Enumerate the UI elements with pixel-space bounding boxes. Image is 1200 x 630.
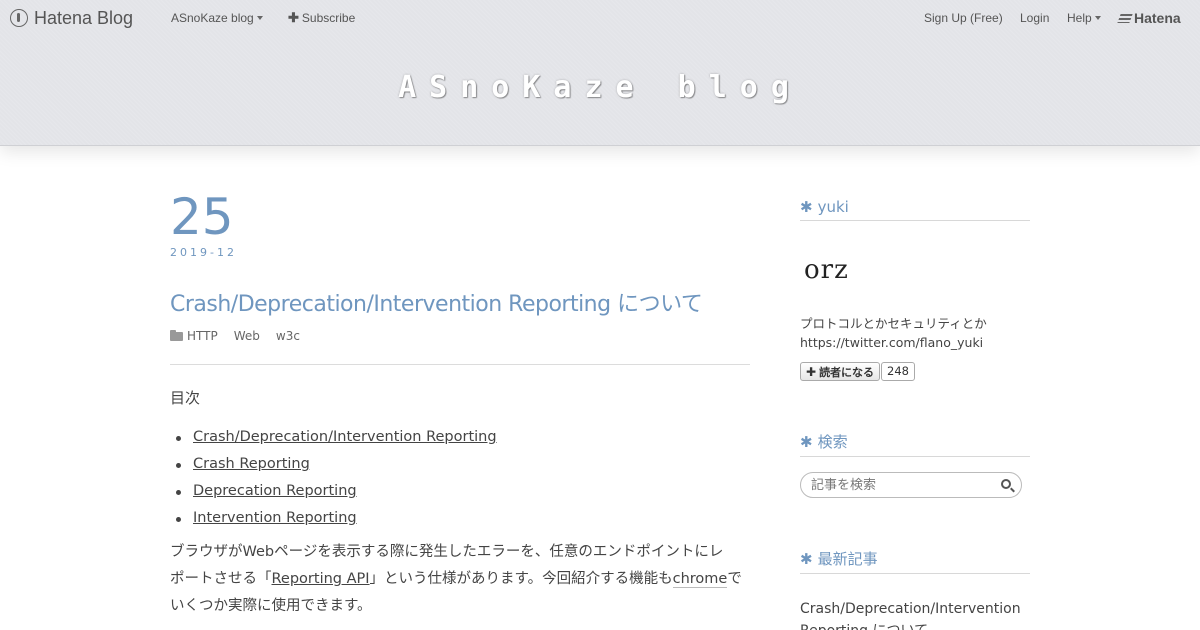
help-menu[interactable]: Help <box>1067 0 1101 36</box>
entry-title[interactable]: Crash/Deprecation/Intervention Reporting… <box>170 286 703 318</box>
star-icon: ✱ <box>800 198 813 216</box>
paragraph-text: 」という仕様があります。今回紹介する機能も <box>369 571 673 587</box>
blog-header: Hatena Blog ASnoKaze blog ✚ Subscribe Si… <box>0 0 1200 146</box>
toc-item: Intervention Reporting <box>176 505 497 532</box>
login-link[interactable]: Login <box>1020 0 1049 36</box>
toc-item: Crash/Deprecation/Intervention Reporting <box>176 424 497 451</box>
profile-icon[interactable]: orz <box>804 255 849 285</box>
search-title: 検索 <box>817 433 848 451</box>
logo-text: Hatena Blog <box>34 8 134 28</box>
paragraph-line: ポートさせる「Reporting API」という仕様があります。今回紹介する機能… <box>170 566 750 593</box>
toc-link[interactable]: Crash Reporting <box>193 456 310 472</box>
toc-title: 目次 <box>170 389 201 407</box>
hatena-blog-logo-icon <box>10 9 28 27</box>
subscribe-button[interactable]: ✚ Subscribe <box>288 0 355 36</box>
category-link[interactable]: Web <box>234 329 260 343</box>
search-input[interactable] <box>811 477 991 494</box>
paragraph-line: ブラウザがWebページを表示する際に発生したエラーを、任意のエンドポイントにレ <box>170 544 724 560</box>
blog-menu[interactable]: ASnoKaze blog <box>171 0 263 36</box>
toc-item: Crash Reporting <box>176 451 497 478</box>
star-icon: ✱ <box>800 550 813 568</box>
profile-desc: プロトコルとかセキュリティとか <box>800 316 987 331</box>
reporting-api-link[interactable]: Reporting API <box>272 571 370 587</box>
hatena-logo-icon <box>1117 13 1133 23</box>
blog-title[interactable]: ASnoKaze blog <box>0 70 1200 105</box>
entry-date-year-month[interactable]: 2019-12 <box>170 246 237 259</box>
subscribe-label: Subscribe <box>301 11 356 25</box>
toc-link[interactable]: Deprecation Reporting <box>193 483 357 499</box>
divider <box>170 364 750 365</box>
search-module-title: ✱ 検索 <box>800 431 1030 457</box>
profile-url[interactable]: https://twitter.com/flano_yuki <box>800 333 987 352</box>
chrome-keyword-link[interactable]: chrome <box>672 571 728 588</box>
entry-categories: HTTP Web w3c <box>170 329 316 343</box>
hatena-logo-text: Hatena <box>1134 10 1181 26</box>
signup-link[interactable]: Sign Up (Free) <box>924 0 1003 36</box>
search-box <box>800 472 1022 498</box>
category-link[interactable]: HTTP <box>187 329 218 343</box>
help-label: Help <box>1067 11 1092 25</box>
table-of-contents: Crash/Deprecation/Intervention Reporting… <box>176 424 497 532</box>
toc-link[interactable]: Crash/Deprecation/Intervention Reporting <box>193 429 497 445</box>
reader-count[interactable]: 248 <box>881 362 915 381</box>
entry-date-day[interactable]: 25 <box>170 192 234 242</box>
caret-down-icon <box>1094 16 1101 20</box>
caret-down-icon <box>256 16 263 20</box>
hatena-logo[interactable]: Hatena <box>1117 0 1181 36</box>
search-icon[interactable] <box>1001 479 1011 489</box>
toc-item: Deprecation Reporting <box>176 478 497 505</box>
blog-menu-label: ASnoKaze blog <box>171 11 254 25</box>
profile-description: プロトコルとかセキュリティとか https://twitter.com/flan… <box>800 314 987 352</box>
category-link[interactable]: w3c <box>276 329 300 343</box>
paragraph-line: いくつか実際に使用できます。 <box>170 598 372 614</box>
folder-icon <box>170 329 183 341</box>
profile-title: yuki <box>817 198 849 216</box>
recent-module-title: ✱ 最新記事 <box>800 548 1030 574</box>
global-header: Hatena Blog ASnoKaze blog ✚ Subscribe Si… <box>0 0 1200 36</box>
star-icon: ✱ <box>800 433 813 451</box>
hatena-blog-logo[interactable]: Hatena Blog <box>10 0 133 36</box>
recent-title: 最新記事 <box>817 550 878 568</box>
profile-module-title[interactable]: ✱ yuki <box>800 198 1030 221</box>
become-reader-button[interactable]: ✚ 読者になる <box>800 362 881 381</box>
paragraph-text: ポートさせる「 <box>170 571 272 587</box>
toc-link[interactable]: Intervention Reporting <box>193 510 357 526</box>
plus-icon: ✚ <box>806 364 817 379</box>
paragraph-text: で <box>727 571 742 587</box>
recent-entry-link[interactable]: Crash/Deprecation/Intervention Reporting… <box>800 598 1030 630</box>
become-reader-label: 読者になる <box>819 365 875 379</box>
plus-icon: ✚ <box>288 10 299 25</box>
entry-paragraph: ブラウザがWebページを表示する際に発生したエラーを、任意のエンドポイントにレ … <box>170 539 750 620</box>
